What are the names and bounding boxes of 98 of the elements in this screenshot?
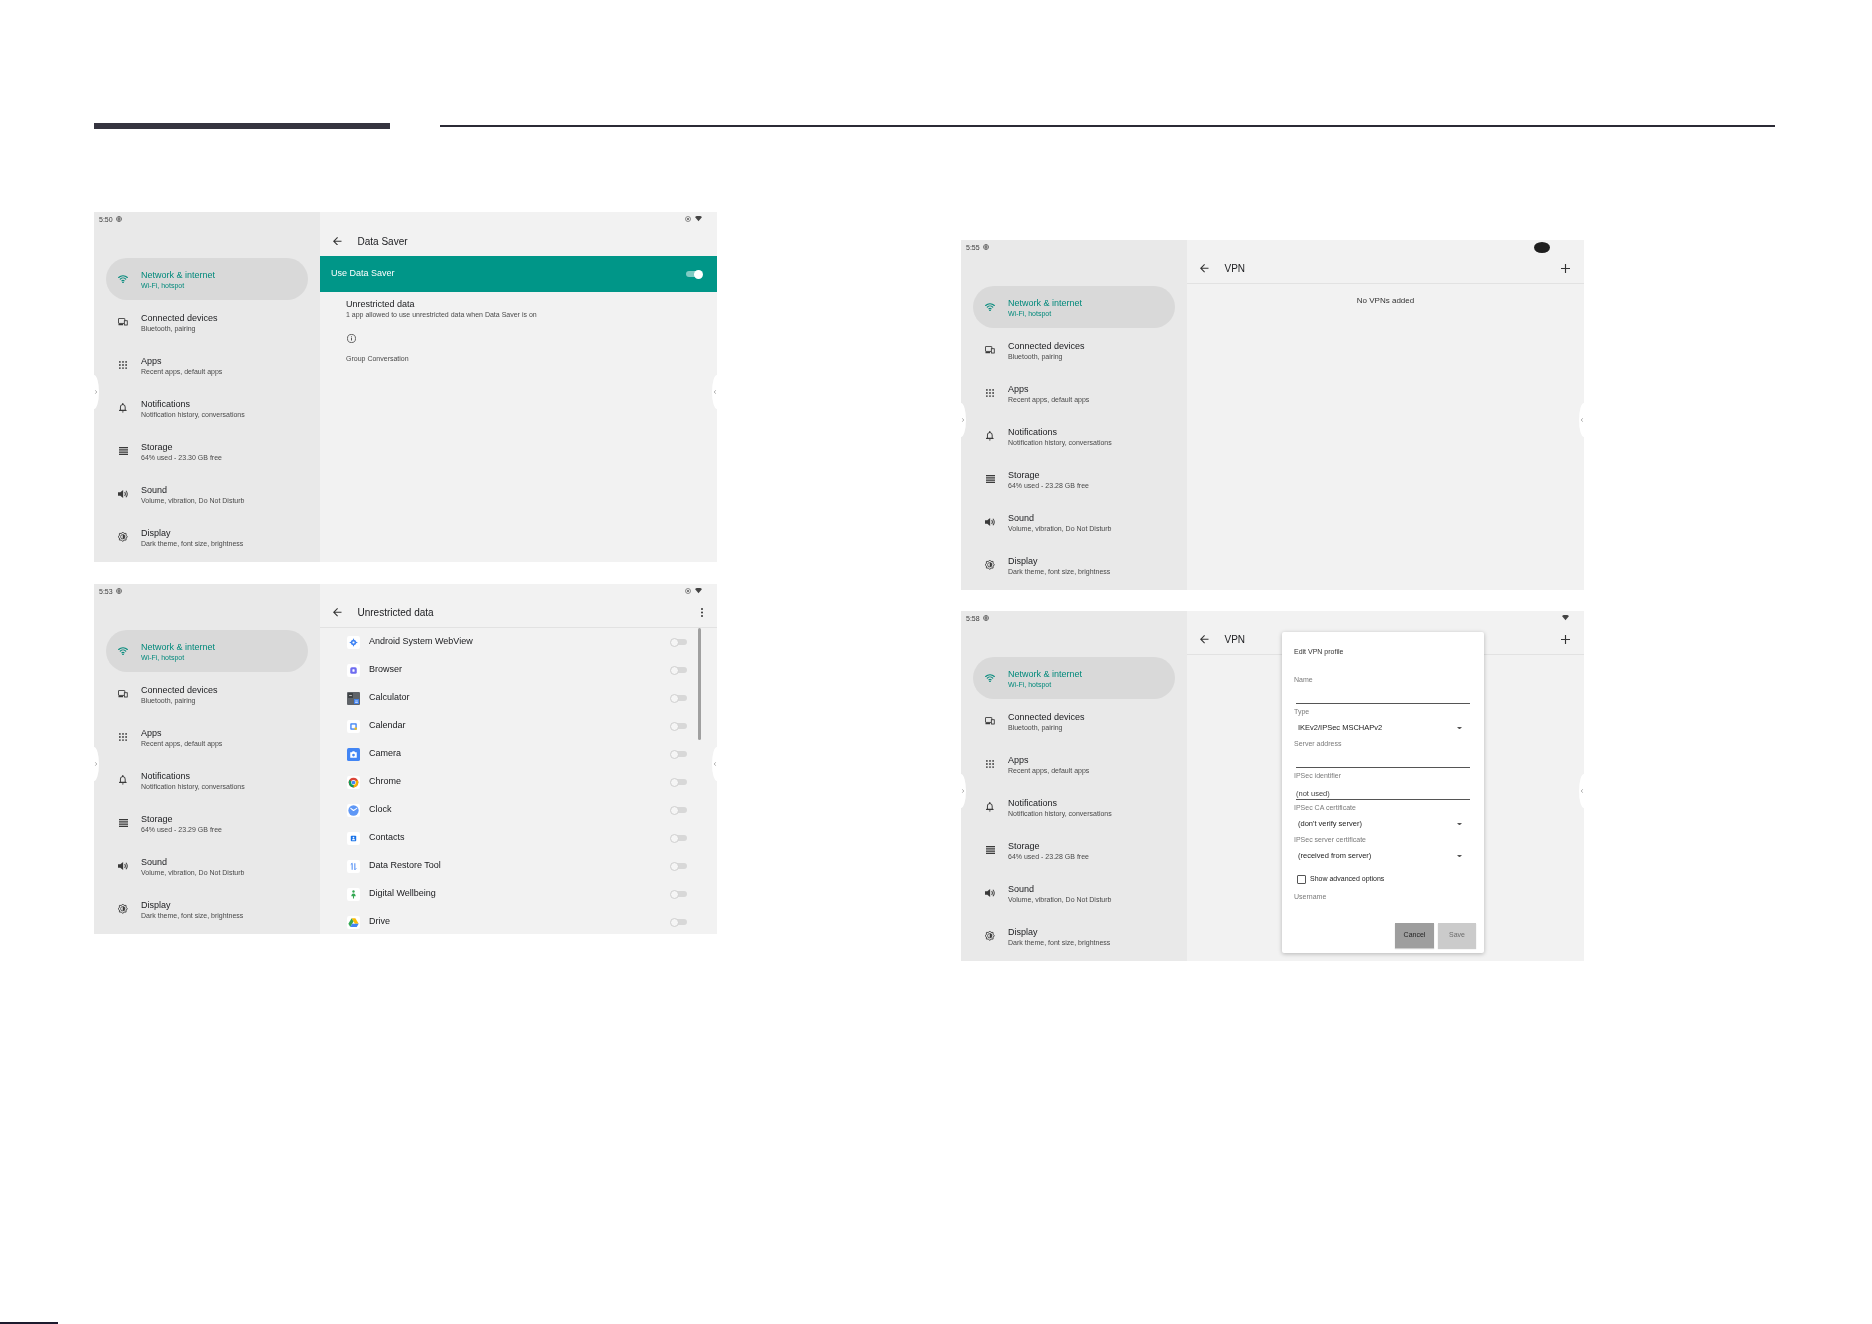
app-name: Chrome [369, 775, 401, 789]
grid-dots-icon [119, 361, 127, 369]
globe-icon [115, 588, 122, 594]
stacked-bars-icon [985, 475, 995, 483]
empty-state-text: No VPNs added [1356, 296, 1415, 306]
globe-icon [982, 244, 989, 250]
app-name: Data Restore Tool [369, 859, 441, 873]
speaker-icon [985, 889, 995, 897]
toggle-switch[interactable] [670, 637, 688, 647]
plus-icon[interactable] [1561, 635, 1570, 644]
contact-card-icon [347, 831, 360, 845]
brightness-icon [118, 532, 128, 542]
wifi-icon [985, 673, 995, 683]
bell-icon [986, 431, 994, 441]
toggle-switch[interactable] [670, 833, 688, 843]
globe-icon [115, 216, 122, 222]
devices-icon [985, 717, 995, 725]
app-name: Browser [369, 663, 402, 677]
plus-icon[interactable] [1561, 264, 1570, 273]
app-name: Calendar [369, 719, 406, 733]
app-name: Contacts [369, 831, 405, 845]
triangle-logo-icon [347, 915, 360, 929]
wifi-icon [118, 646, 128, 656]
speaker-icon [118, 490, 128, 498]
app-name: Android System WebView [369, 635, 473, 649]
screen-title: Data Saver [357, 234, 408, 249]
toggle-switch[interactable] [670, 917, 688, 927]
toggle-switch[interactable] [670, 889, 688, 899]
toggle-switch[interactable] [670, 721, 688, 731]
devices-icon [118, 690, 128, 698]
clock-icon [347, 803, 360, 817]
stacked-bars-icon [118, 819, 128, 827]
camera-app-icon [347, 747, 360, 761]
checkbox[interactable] [1297, 874, 1306, 884]
wifi-icon [118, 274, 128, 284]
toggle-switch[interactable] [670, 665, 688, 675]
app-name: Camera [369, 747, 401, 761]
bell-icon [119, 775, 127, 785]
brightness-icon [118, 904, 128, 914]
bell-icon [986, 802, 994, 812]
scrollbar[interactable] [698, 628, 701, 740]
globe-icon [982, 615, 989, 621]
toggle-switch[interactable] [670, 861, 688, 871]
stacked-bars-icon [985, 846, 995, 854]
edge-handle-icon[interactable] [961, 774, 966, 808]
edge-handle-icon[interactable] [712, 375, 717, 409]
edge-handle-icon[interactable] [1579, 774, 1584, 808]
ring-icon [685, 588, 691, 594]
brightness-icon [985, 560, 995, 570]
edge-handle-icon[interactable] [961, 403, 966, 437]
caret-icon [1457, 822, 1462, 826]
back-arrow-icon[interactable] [1200, 635, 1209, 644]
caret-icon [1457, 854, 1462, 858]
edge-handle-icon[interactable] [1579, 403, 1584, 437]
toggle-switch[interactable] [670, 749, 688, 759]
devices-icon [985, 346, 995, 354]
switch-bar[interactable]: Use Data Saver [320, 256, 717, 292]
app-name: Clock [369, 803, 392, 817]
circle-logo-icon [347, 775, 360, 789]
edge-handle-icon[interactable] [94, 375, 99, 409]
screen-title: VPN [1224, 262, 1246, 276]
calendar-app-icon [347, 719, 360, 733]
rounded-square-app-icon [347, 663, 360, 677]
bell-icon [119, 403, 127, 413]
edge-handle-icon[interactable] [712, 747, 717, 781]
speaker-icon [985, 518, 995, 526]
grid-dots-icon [986, 389, 994, 397]
toggle-switch[interactable] [670, 777, 688, 787]
caret-icon [1457, 726, 1462, 730]
ring-icon [685, 216, 691, 222]
back-arrow-icon[interactable] [333, 236, 342, 246]
arrows-icon [347, 859, 360, 873]
toggle-switch[interactable] [670, 693, 688, 703]
toggle-switch[interactable] [685, 269, 703, 279]
app-name: Digital Wellbeing [369, 887, 436, 901]
app-name: Drive [369, 915, 390, 929]
wifi-icon [985, 302, 995, 312]
back-arrow-icon[interactable] [1200, 264, 1209, 273]
wifi-icon [695, 216, 702, 222]
grid-dots-icon [986, 760, 994, 768]
brightness-icon [985, 931, 995, 941]
stacked-bars-icon [118, 447, 128, 455]
edge-handle-icon[interactable] [94, 747, 99, 781]
wifi-icon [1562, 615, 1569, 621]
info-icon [347, 334, 356, 343]
grid-dots-icon [119, 733, 127, 741]
oval-icon [1534, 241, 1550, 253]
back-arrow-icon[interactable] [333, 608, 342, 617]
calculator-app-icon [347, 691, 360, 705]
speaker-icon [118, 862, 128, 870]
gear-app-icon [347, 635, 360, 649]
devices-icon [118, 318, 128, 326]
screen-title: Unrestricted data [357, 606, 434, 620]
app-name: Calculator [369, 691, 410, 705]
figure-icon [347, 887, 360, 901]
toggle-switch[interactable] [670, 805, 688, 815]
screen-title: VPN [1224, 633, 1246, 647]
wifi-icon [695, 588, 702, 594]
